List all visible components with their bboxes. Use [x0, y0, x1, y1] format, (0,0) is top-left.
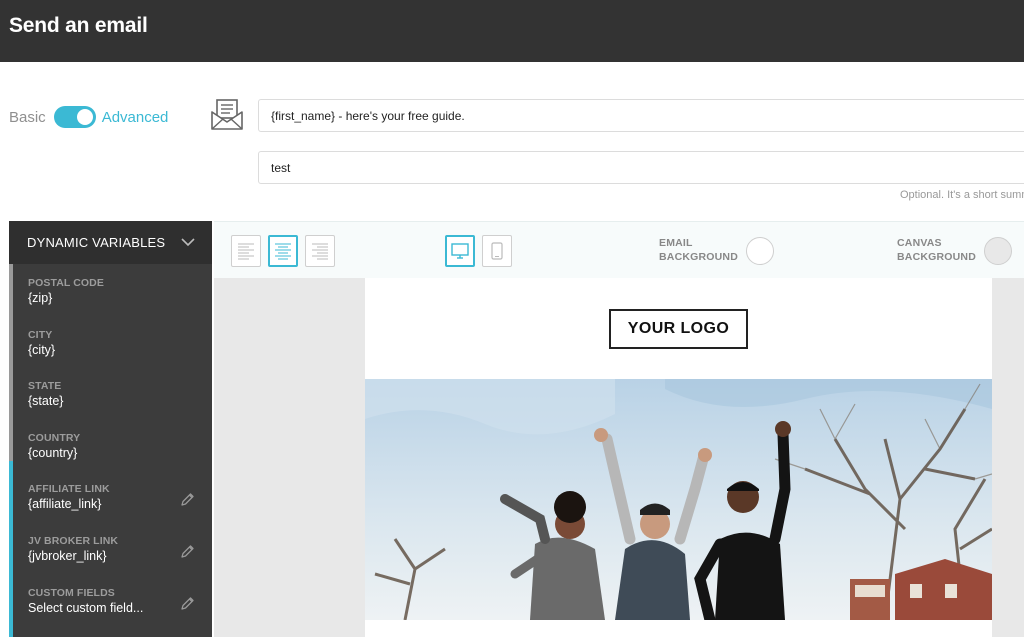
canvas-background-color-picker[interactable] [984, 237, 1012, 265]
email-canvas: YOUR LOGO [214, 278, 1024, 637]
basic-label[interactable]: Basic [9, 109, 46, 126]
dynamic-variables-panel: DYNAMIC VARIABLES POSTAL CODE {zip} CITY… [9, 221, 212, 637]
mode-toggle[interactable] [53, 106, 96, 128]
subject-input[interactable]: {first_name} - here's your free guide. [258, 99, 1024, 132]
variable-label: POSTAL CODE [28, 277, 104, 289]
hero-image[interactable] [365, 379, 992, 620]
canvas-bg-line2: BACKGROUND [897, 251, 976, 263]
pencil-icon[interactable] [180, 544, 195, 559]
variable-postal-code[interactable]: POSTAL CODE {zip} [9, 264, 212, 316]
logo-placeholder[interactable]: YOUR LOGO [609, 309, 748, 349]
variable-jv-broker-link[interactable]: JV BROKER LINK {jvbroker_link} [9, 522, 212, 574]
align-right-button[interactable] [305, 235, 335, 267]
variable-affiliate-link[interactable]: AFFILIATE LINK {affiliate_link} [9, 470, 212, 522]
align-center-button[interactable] [268, 235, 298, 267]
dynamic-variables-title: DYNAMIC VARIABLES [27, 235, 166, 250]
email-background-color-picker[interactable] [746, 237, 774, 265]
mobile-icon [491, 242, 503, 260]
variable-value: {city} [28, 342, 56, 357]
variable-label: CITY [28, 328, 53, 341]
variable-custom-fields[interactable]: CUSTOM FIELDS Select custom field... [9, 574, 212, 626]
desktop-view-button[interactable] [445, 235, 475, 267]
variable-label: STATE [28, 380, 62, 393]
variable-city[interactable]: CITY {city} [9, 316, 212, 368]
desktop-icon [451, 243, 469, 259]
align-center-icon [275, 243, 291, 260]
top-bar: Send an email [0, 0, 1024, 62]
mode-switch: Basic Advanced [9, 106, 168, 128]
canvas-background-label: CANVAS BACKGROUND [897, 236, 976, 264]
pencil-icon[interactable] [180, 492, 195, 507]
preview-text-input[interactable]: test [258, 151, 1024, 184]
email-bg-line1: EMAIL [659, 237, 693, 249]
align-left-icon [238, 243, 254, 260]
chevron-down-icon [181, 238, 195, 247]
page-title: Send an email [9, 14, 148, 37]
variable-label: COUNTRY [28, 431, 81, 444]
advanced-label[interactable]: Advanced [102, 109, 169, 126]
email-background-label: EMAIL BACKGROUND [659, 236, 738, 264]
envelope-letter-icon [211, 99, 243, 130]
variable-state[interactable]: STATE {state} [9, 367, 212, 419]
email-bg-line2: BACKGROUND [659, 251, 738, 263]
mobile-view-button[interactable] [482, 235, 512, 267]
preview-hint: Optional. It's a short summ [900, 189, 1024, 201]
editor-toolbar: EMAIL BACKGROUND CANVAS BACKGROUND [214, 221, 1024, 278]
align-right-icon [312, 243, 328, 260]
variable-value: {state} [28, 394, 64, 409]
dynamic-variables-header[interactable]: DYNAMIC VARIABLES [9, 221, 212, 264]
align-left-button[interactable] [231, 235, 261, 267]
canvas-bg-line1: CANVAS [897, 237, 942, 249]
email-body: YOUR LOGO [365, 278, 992, 637]
pencil-icon[interactable] [180, 596, 195, 611]
variable-value: {country} [28, 445, 78, 460]
toggle-knob [76, 109, 93, 125]
variable-country[interactable]: COUNTRY {country} [9, 419, 212, 471]
variable-value: {zip} [28, 291, 53, 305]
